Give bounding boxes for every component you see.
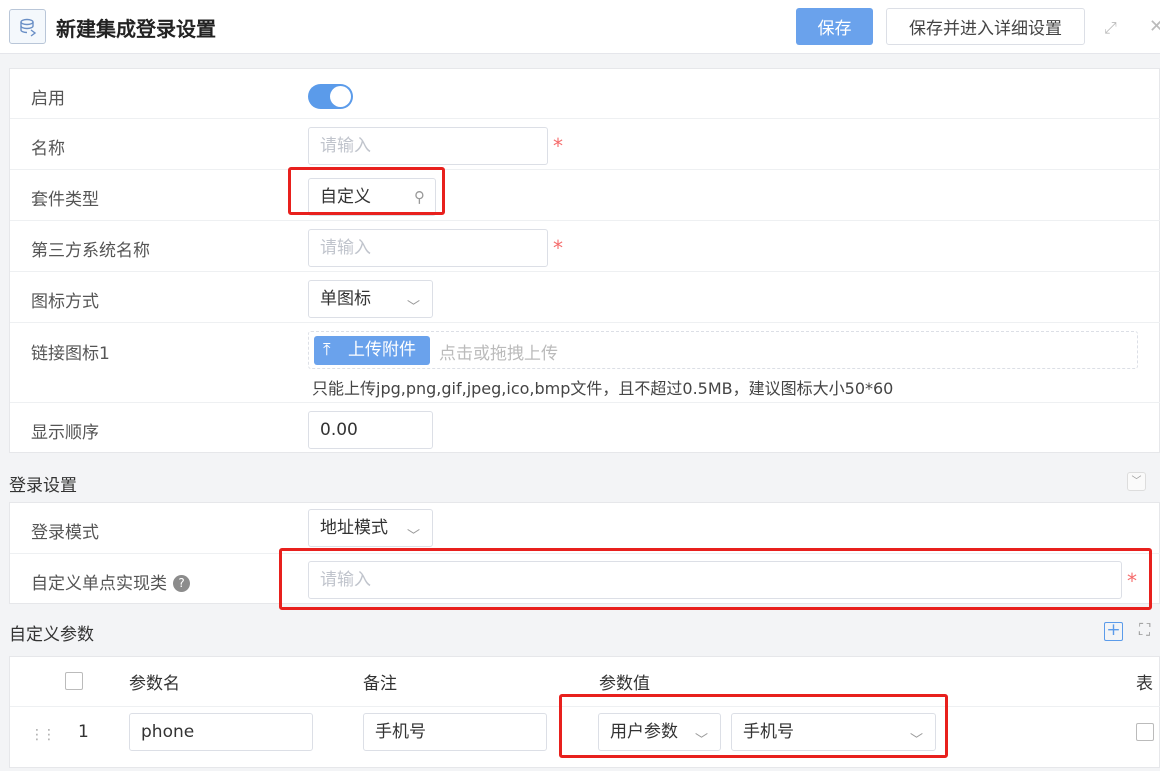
save-button[interactable]: 保存 [796,8,873,45]
basic-info-card: 启用 名称 请输入 * 套件类型 自定义 ⚲ 第三方系统名称 请输入 * 图标方… [9,68,1160,453]
row-index: 1 [78,722,89,742]
params-section-title: 自定义参数 [9,625,94,645]
column-header: 参数名 [129,674,180,694]
row-suite-type: 套件类型 自定义 ⚲ [10,167,1160,221]
upload-dropzone[interactable]: ⤒ 上传附件 点击或拖拽上传 [308,331,1138,369]
row-checkbox[interactable] [1136,723,1154,741]
toggle-knob [330,86,351,107]
drag-handle-icon[interactable]: ⋮⋮ [30,727,56,743]
login-mode-select[interactable]: 地址模式 ﹀ [308,509,433,547]
sso-class-label: 自定义单点实现类 [31,574,167,594]
header-bar: 新建集成登录设置 保存 保存并进入详细设置 ⤢ ✕ [0,0,1160,54]
param-remark-input[interactable]: 手机号 [363,713,547,751]
highlight-box-suite-type [288,167,445,215]
enable-toggle[interactable] [308,84,353,109]
name-input[interactable]: 请输入 [308,127,548,165]
select-all-checkbox[interactable] [65,672,83,690]
upload-description: 只能上传jpg,png,gif,jpeg,ico,bmp文件，且不超过0.5MB… [312,379,894,398]
enable-label: 启用 [31,89,65,109]
third-party-label: 第三方系统名称 [31,241,150,261]
suite-type-label: 套件类型 [31,190,99,210]
required-star: * [553,134,563,158]
help-icon[interactable]: ? [173,575,190,592]
app-icon [9,9,46,44]
order-input[interactable]: 0.00 [308,411,433,449]
chevron-down-icon: ﹀ [406,300,420,315]
expand-icon[interactable]: ⤢ [1104,18,1117,38]
column-header: 备注 [363,674,397,694]
param-name-input[interactable]: phone [129,713,313,751]
column-header: 参数值 [599,674,650,694]
row-enable: 启用 [10,69,1160,119]
icon-mode-label: 图标方式 [31,292,99,312]
link-icon-label: 链接图标1 [31,344,110,364]
collapse-icon[interactable]: ﹀ [1127,472,1146,491]
row-link-icon: 链接图标1 ⤒ 上传附件 点击或拖拽上传 只能上传jpg,png,gif,jpe… [10,323,1160,403]
login-mode-label: 登录模式 [31,523,99,543]
login-section-title: 登录设置 [9,476,77,496]
close-icon[interactable]: ✕ [1149,16,1160,37]
required-star: * [553,236,563,260]
order-label: 显示顺序 [31,423,99,443]
upload-button[interactable]: ⤒ 上传附件 [314,336,430,365]
column-header: 表 [1136,674,1153,694]
third-party-input[interactable]: 请输入 [308,229,548,267]
row-icon-mode: 图标方式 单图标 ﹀ [10,272,1160,323]
add-icon[interactable]: + [1104,622,1123,641]
upload-icon: ⤒ [323,340,331,360]
upload-button-label: 上传附件 [348,340,416,360]
icon-mode-select[interactable]: 单图标 ﹀ [308,280,433,318]
login-mode-value: 地址模式 [320,518,388,538]
fullscreen-icon[interactable]: ⛶ [1139,620,1150,640]
icon-mode-value: 单图标 [320,289,371,309]
row-third-party: 第三方系统名称 请输入 * [10,221,1160,272]
row-name: 名称 请输入 * [10,119,1160,170]
name-label: 名称 [31,139,65,159]
row-order: 显示顺序 0.00 [10,403,1160,454]
save-and-detail-button[interactable]: 保存并进入详细设置 [886,8,1085,45]
sso-class-label-wrap: 自定义单点实现类? [31,569,190,594]
highlight-box-sso-class [279,548,1152,610]
page-title: 新建集成登录设置 [56,17,216,41]
highlight-box-param-value [559,694,948,758]
row-login-mode: 登录模式 地址模式 ﹀ [10,503,1160,554]
upload-hint: 点击或拖拽上传 [439,344,558,364]
